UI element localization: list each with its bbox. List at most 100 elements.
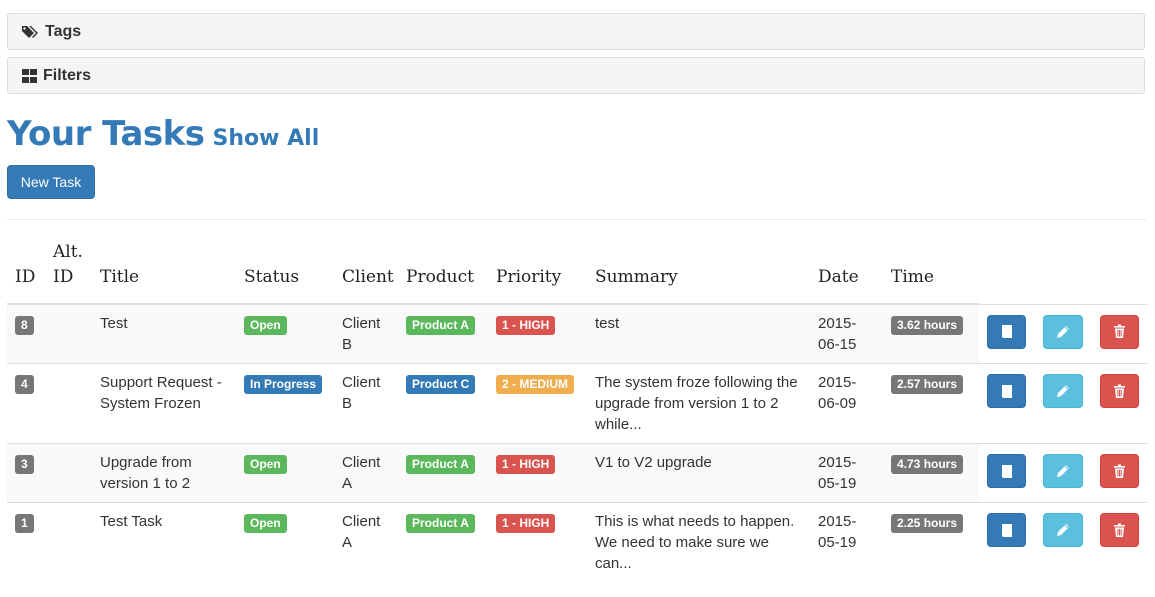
cell-actions bbox=[979, 303, 1147, 364]
edit-button[interactable] bbox=[1043, 454, 1083, 488]
divider bbox=[7, 219, 1147, 220]
tags-panel[interactable]: Tags bbox=[7, 13, 1145, 50]
header-date[interactable]: Date bbox=[810, 240, 883, 305]
task-id-badge: 8 bbox=[15, 316, 34, 335]
cell-id: 3 bbox=[7, 443, 45, 503]
cell-status: In Progress bbox=[236, 363, 334, 444]
table-header-row: ID Alt. ID Title Status Client Product P… bbox=[7, 240, 1147, 305]
header-client[interactable]: Client bbox=[334, 240, 398, 305]
delete-button[interactable] bbox=[1099, 374, 1139, 408]
cell-title: Support Request - System Frozen bbox=[92, 363, 236, 444]
filters-panel[interactable]: Filters bbox=[7, 57, 1145, 94]
book-icon bbox=[1001, 464, 1012, 478]
cell-actions bbox=[979, 443, 1147, 503]
product-badge: Product A bbox=[406, 455, 475, 474]
edit-button[interactable] bbox=[1043, 374, 1083, 408]
cell-summary: test bbox=[587, 303, 810, 364]
book-icon bbox=[1001, 325, 1012, 338]
table-row[interactable]: 4 Support Request - System Frozen In Pro… bbox=[7, 363, 1147, 444]
trash-icon bbox=[1113, 523, 1125, 537]
cell-status: Open bbox=[236, 443, 334, 503]
table-body: 8 Test Open Client B Product A 1 - HIGH … bbox=[7, 303, 1147, 582]
status-badge: Open bbox=[244, 455, 287, 474]
cell-date: 2015-06-09 bbox=[810, 363, 883, 444]
priority-badge: 2 - MEDIUM bbox=[496, 375, 574, 394]
filters-panel-title[interactable]: Filters bbox=[22, 67, 91, 85]
tags-panel-title[interactable]: Tags bbox=[22, 23, 81, 41]
cell-date: 2015-05-19 bbox=[810, 502, 883, 582]
pencil-icon bbox=[1056, 385, 1069, 397]
cell-status: Open bbox=[236, 502, 334, 582]
cell-actions bbox=[979, 502, 1147, 582]
time-badge: 4.73 hours bbox=[891, 455, 964, 474]
page-heading: Your Tasks Show All bbox=[7, 114, 319, 154]
time-badge: 3.62 hours bbox=[891, 316, 964, 335]
header-summary[interactable]: Summary bbox=[587, 240, 810, 305]
filters-label: Filters bbox=[43, 67, 92, 84]
header-title[interactable]: Title bbox=[92, 240, 236, 305]
status-badge: Open bbox=[244, 316, 287, 335]
book-icon bbox=[1001, 384, 1012, 398]
trash-icon bbox=[1113, 464, 1125, 478]
cell-title: Upgrade from version 1 to 2 bbox=[92, 443, 236, 503]
time-badge: 2.57 hours bbox=[891, 375, 964, 394]
header-product[interactable]: Product bbox=[398, 240, 488, 305]
cell-alt-id bbox=[45, 363, 92, 444]
header-status[interactable]: Status bbox=[236, 240, 334, 305]
table-row[interactable]: 8 Test Open Client B Product A 1 - HIGH … bbox=[7, 303, 1147, 364]
priority-badge: 1 - HIGH bbox=[496, 455, 556, 474]
header-priority[interactable]: Priority bbox=[488, 240, 587, 305]
header-actions bbox=[979, 240, 1147, 304]
edit-button[interactable] bbox=[1043, 513, 1083, 547]
status-badge: Open bbox=[244, 514, 287, 533]
delete-button[interactable] bbox=[1099, 454, 1139, 488]
cell-client: Client A bbox=[334, 502, 398, 582]
product-badge: Product A bbox=[406, 514, 475, 533]
cell-summary: This is what needs to happen. We need to… bbox=[587, 502, 810, 582]
cell-client: Client B bbox=[334, 303, 398, 364]
cell-summary: The system froze following the upgrade f… bbox=[587, 363, 810, 444]
cell-status: Open bbox=[236, 303, 334, 364]
tags-label: Tags bbox=[45, 23, 82, 40]
priority-badge: 1 - HIGH bbox=[496, 316, 556, 335]
delete-button[interactable] bbox=[1099, 314, 1139, 349]
edit-button[interactable] bbox=[1043, 314, 1083, 349]
header-alt-id[interactable]: Alt. ID bbox=[45, 240, 92, 305]
view-button[interactable] bbox=[987, 454, 1027, 488]
cell-time: 3.62 hours bbox=[883, 303, 979, 364]
cell-product: Product A bbox=[398, 303, 488, 364]
product-badge: Product A bbox=[406, 316, 475, 335]
cell-summary: V1 to V2 upgrade bbox=[587, 443, 810, 503]
cell-priority: 1 - HIGH bbox=[488, 303, 587, 364]
header-id[interactable]: ID bbox=[7, 240, 45, 305]
cell-id: 1 bbox=[7, 502, 45, 582]
trash-icon bbox=[1113, 324, 1125, 338]
cell-alt-id bbox=[45, 443, 92, 503]
new-task-button[interactable]: New Task bbox=[7, 165, 95, 199]
view-button[interactable] bbox=[987, 314, 1027, 349]
header-time[interactable]: Time bbox=[883, 240, 979, 305]
grid-icon bbox=[22, 69, 37, 83]
table-row[interactable]: 3 Upgrade from version 1 to 2 Open Clien… bbox=[7, 443, 1147, 503]
cell-product: Product A bbox=[398, 502, 488, 582]
table-row[interactable]: 1 Test Task Open Client A Product A 1 - … bbox=[7, 502, 1147, 582]
cell-id: 8 bbox=[7, 303, 45, 364]
pencil-icon bbox=[1056, 524, 1069, 536]
cell-title: Test bbox=[92, 303, 236, 364]
cell-title: Test Task bbox=[92, 502, 236, 582]
task-id-badge: 4 bbox=[15, 375, 34, 394]
view-button[interactable] bbox=[987, 513, 1027, 547]
cell-client: Client B bbox=[334, 363, 398, 444]
view-button[interactable] bbox=[987, 374, 1027, 408]
cell-time: 4.73 hours bbox=[883, 443, 979, 503]
status-badge: In Progress bbox=[244, 375, 323, 394]
pencil-icon bbox=[1056, 465, 1069, 477]
show-all-link[interactable]: Show All bbox=[213, 126, 320, 151]
time-badge: 2.25 hours bbox=[891, 514, 964, 533]
page-title: Your Tasks bbox=[7, 114, 205, 154]
delete-button[interactable] bbox=[1099, 513, 1139, 547]
cell-alt-id bbox=[45, 502, 92, 582]
cell-product: Product C bbox=[398, 363, 488, 444]
cell-actions bbox=[979, 363, 1147, 444]
tags-icon bbox=[22, 26, 38, 38]
